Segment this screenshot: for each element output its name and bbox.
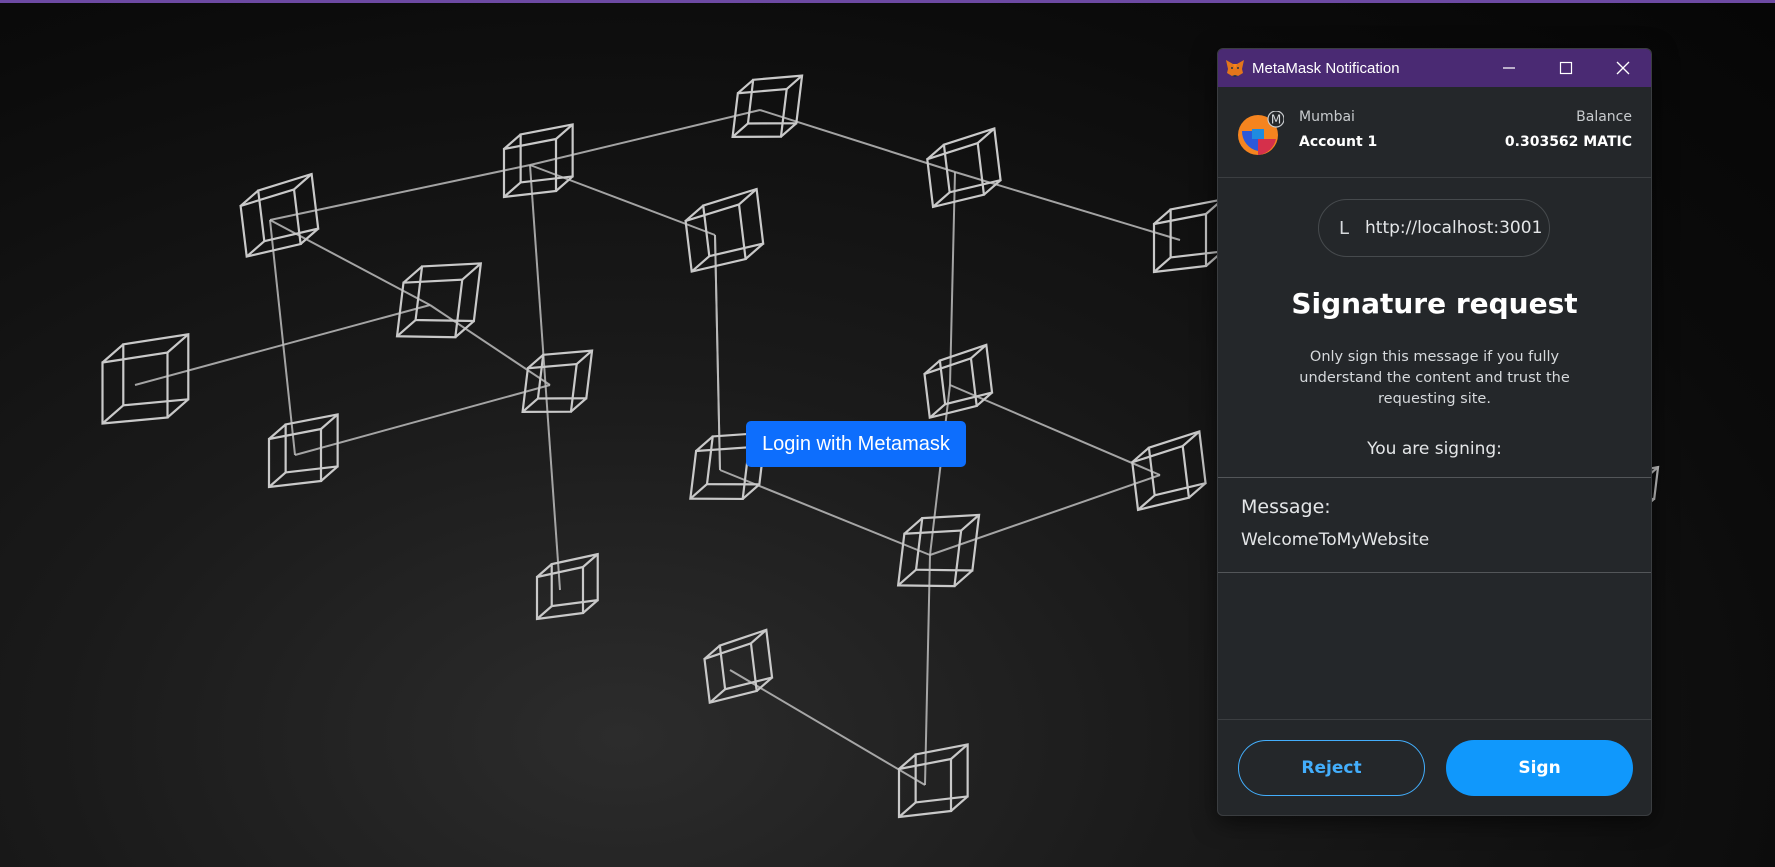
- site-origin-pill: L http://localhost:3001: [1318, 199, 1550, 257]
- network-link: [729, 669, 926, 786]
- signature-warning-text: Only sign this message if you fully unde…: [1299, 349, 1570, 407]
- wireframe-cube: [703, 628, 774, 705]
- message-value: WelcomeToMyWebsite: [1241, 530, 1430, 550]
- reject-button[interactable]: Reject: [1238, 740, 1425, 796]
- network-link: [759, 109, 956, 173]
- network-link: [529, 164, 561, 591]
- titlebar: MetaMask Notification: [1218, 49, 1651, 87]
- maximize-icon[interactable]: [1537, 49, 1594, 87]
- wireframe-cube: [1131, 430, 1207, 512]
- site-origin-url: http://localhost:3001: [1365, 218, 1543, 238]
- network-link: [929, 384, 951, 556]
- network-link: [529, 164, 716, 236]
- wireframe-cube: [535, 552, 599, 621]
- minimize-icon[interactable]: [1480, 49, 1537, 87]
- signature-request-title: Signature request: [1291, 287, 1578, 320]
- message-box: Message: WelcomeToMyWebsite: [1218, 477, 1651, 573]
- wireframe-cube: [521, 349, 594, 414]
- you-are-signing-label: You are signing:: [1367, 439, 1502, 459]
- account-avatar[interactable]: M: [1238, 110, 1285, 155]
- balance-label: Balance: [1576, 109, 1632, 125]
- site-initial-icon: L: [1339, 217, 1350, 239]
- balance-value: 0.303562 MATIC: [1504, 134, 1632, 150]
- wireframe-cube: [731, 74, 804, 139]
- window-title: MetaMask Notification: [1252, 59, 1400, 77]
- message-label: Message:: [1241, 496, 1331, 518]
- wireframe-cube: [896, 513, 981, 588]
- metamask-notification-window: MetaMask Notification M Mumbai Account 1…: [1217, 48, 1652, 816]
- wireframe-cube: [897, 743, 969, 819]
- network-badge-letter: M: [1271, 113, 1281, 127]
- account-name: Account 1: [1299, 134, 1378, 150]
- wireframe-cube: [239, 172, 320, 258]
- network-link: [529, 109, 761, 166]
- network-link: [269, 219, 431, 306]
- network-link: [429, 304, 551, 386]
- wireframe-cube: [923, 343, 994, 420]
- sign-button[interactable]: Sign: [1446, 740, 1633, 796]
- network-name: Mumbai: [1299, 109, 1355, 125]
- close-icon[interactable]: [1594, 49, 1651, 87]
- login-with-metamask-button[interactable]: Login with Metamask: [746, 421, 966, 467]
- wireframe-cube: [267, 413, 339, 489]
- network-link: [949, 384, 1161, 476]
- network-link: [269, 164, 531, 221]
- metamask-fox-icon: [1224, 57, 1246, 79]
- action-footer: Reject Sign: [1218, 719, 1651, 815]
- account-header: M Mumbai Account 1 Balance 0.303562 MATI…: [1218, 87, 1651, 178]
- network-link: [949, 171, 956, 386]
- network-link: [924, 554, 931, 786]
- network-link: [714, 234, 721, 471]
- wireframe-cube: [502, 123, 574, 199]
- wireframe-cube: [101, 333, 190, 425]
- network-link: [269, 219, 296, 456]
- wireframe-cube: [395, 262, 483, 339]
- network-link: [719, 469, 931, 556]
- network-link: [294, 384, 551, 456]
- wireframe-cube: [684, 187, 765, 273]
